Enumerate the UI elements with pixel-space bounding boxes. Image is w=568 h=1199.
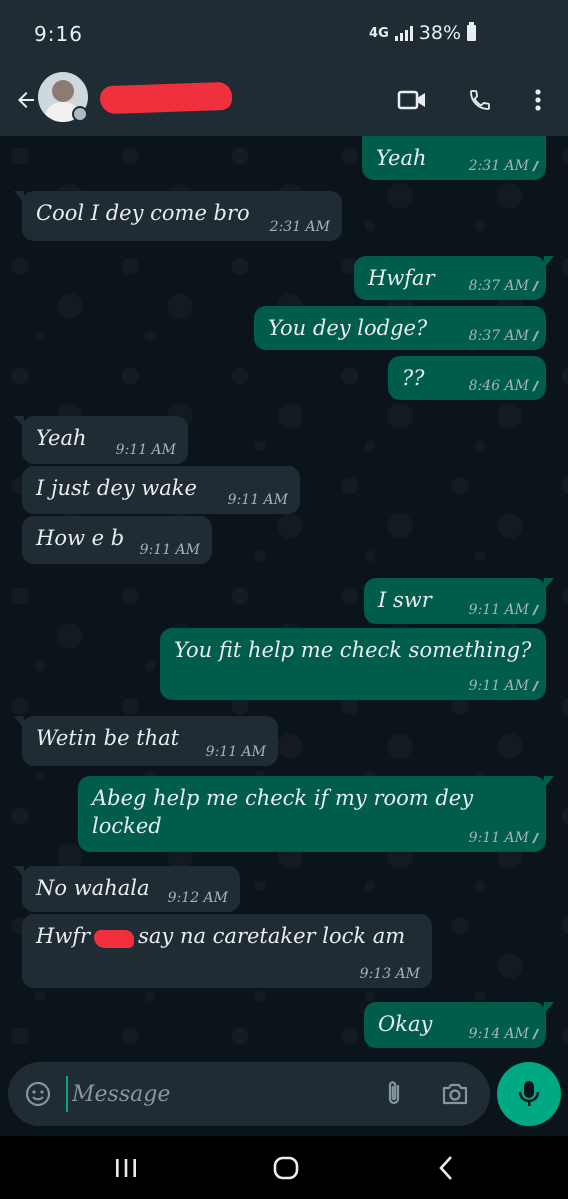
paperclip-icon[interactable] <box>378 1078 410 1110</box>
message-time: 9:11 AM <box>468 678 529 694</box>
message-time: 2:31 AM <box>269 219 330 235</box>
message-text: You fit help me check something? <box>174 638 532 662</box>
message-bubble[interactable]: Abeg help me check if my room dey locked… <box>78 776 554 852</box>
message-time: 9:12 AM <box>167 890 228 906</box>
message-time: 8:46 AM <box>468 378 529 394</box>
message-bubble[interactable]: Yeah 2:31 AM// <box>362 136 546 180</box>
message-text: Yeah <box>376 146 427 170</box>
message-time: 9:14 AM <box>468 1026 529 1042</box>
video-call-icon[interactable] <box>394 82 430 118</box>
message-text: No wahala <box>36 876 150 900</box>
battery-percent: 38% <box>418 22 461 44</box>
message-bubble[interactable]: Wetin be that 9:11 AM <box>14 716 278 766</box>
recent-apps-icon[interactable] <box>106 1150 146 1186</box>
message-text-after: say na caretaker lock am <box>138 924 406 948</box>
message-time: 9:13 AM <box>359 966 420 982</box>
message-bubble[interactable]: Yeah 9:11 AM <box>14 416 188 464</box>
message-text: Yeah <box>36 426 87 450</box>
message-bubble[interactable]: Okay 9:14 AM// <box>364 1002 554 1048</box>
message-text: How e b <box>36 526 125 550</box>
message-time: 8:37 AM <box>468 278 529 294</box>
message-time: 9:11 AM <box>468 602 529 618</box>
message-text: Cool I dey come bro <box>36 201 250 225</box>
message-bubble[interactable]: Hwfr say na caretaker lock am 9:13 AM <box>22 914 432 988</box>
network-type: 4G <box>369 25 389 41</box>
message-text: Wetin be that <box>36 726 180 750</box>
microphone-icon <box>518 1081 540 1106</box>
voice-call-icon[interactable] <box>462 82 498 118</box>
message-bubble[interactable]: I swr 9:11 AM// <box>364 578 554 624</box>
message-bubble[interactable]: You fit help me check something? 9:11 AM… <box>160 628 546 700</box>
message-text: I swr <box>378 588 432 612</box>
status-indicators: 4G 38% <box>369 22 476 44</box>
message-bubble[interactable]: Hwfar 8:37 AM// <box>354 256 554 300</box>
status-bar: 9:16 4G 38% <box>0 0 568 66</box>
battery-icon <box>467 22 476 41</box>
message-bubble[interactable]: You dey lodge? 8:37 AM// <box>254 306 546 350</box>
message-text-before: Hwfr <box>36 924 91 948</box>
home-icon[interactable] <box>266 1150 306 1186</box>
message-bubble[interactable]: How e b 9:11 AM <box>22 516 212 564</box>
more-options-icon[interactable] <box>520 82 556 118</box>
status-time: 9:16 <box>34 22 83 46</box>
system-nav-bar <box>0 1136 568 1199</box>
chat-header <box>0 66 568 136</box>
message-time: 9:11 AM <box>115 442 176 458</box>
message-text: ?? <box>402 366 425 390</box>
message-time: 2:31 AM <box>468 158 529 174</box>
message-text: I just dey wake <box>36 476 197 500</box>
message-composer <box>8 1062 490 1126</box>
message-input[interactable] <box>66 1076 366 1112</box>
message-bubble[interactable]: No wahala 9:12 AM <box>14 866 240 912</box>
camera-icon[interactable] <box>438 1078 472 1110</box>
message-text-line1: Abeg help me check if my room dey <box>92 786 474 810</box>
message-text: Hwfar <box>368 266 435 290</box>
message-time: 9:11 AM <box>205 744 266 760</box>
status-ring-icon <box>72 106 88 122</box>
message-time: 9:11 AM <box>227 492 288 508</box>
message-time: 8:37 AM <box>468 328 529 344</box>
back-nav-icon[interactable] <box>426 1150 466 1186</box>
mic-button[interactable] <box>497 1062 561 1126</box>
message-text: You dey lodge? <box>268 316 428 340</box>
redaction-mark <box>94 929 135 948</box>
contact-name-redacted[interactable] <box>99 81 233 115</box>
message-time: 9:11 AM <box>139 542 200 558</box>
chat-area[interactable]: Yeah 2:31 AM// Cool I dey come bro 2:31 … <box>0 136 568 1056</box>
message-bubble[interactable]: Cool I dey come bro 2:31 AM <box>14 191 342 241</box>
message-bubble[interactable]: I just dey wake 9:11 AM <box>22 466 300 514</box>
signal-icon <box>394 25 413 41</box>
message-bubble[interactable]: ?? 8:46 AM// <box>388 356 546 400</box>
message-text: Okay <box>378 1012 433 1036</box>
sticker-emoji-icon[interactable] <box>22 1078 54 1110</box>
message-time: 9:11 AM <box>468 830 529 846</box>
